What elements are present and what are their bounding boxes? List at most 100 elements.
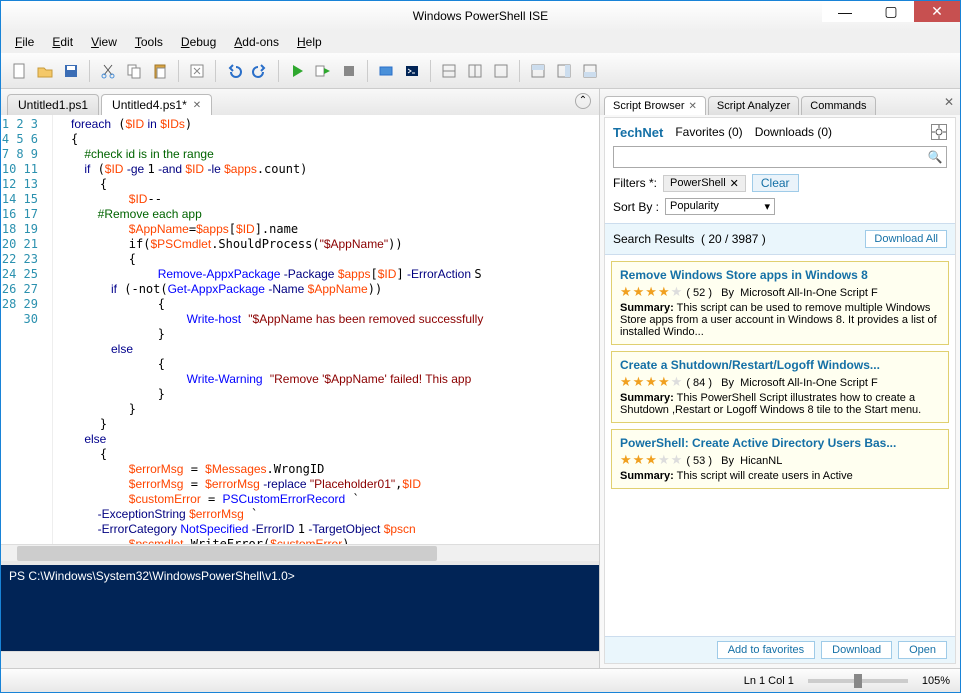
result-title: PowerShell: Create Active Directory User… [620, 436, 940, 450]
maximize-button[interactable]: ▢ [868, 1, 914, 22]
tab-label: Untitled1.ps1 [18, 98, 88, 112]
editor-horizontal-scrollbar[interactable] [1, 544, 599, 561]
zoom-thumb[interactable] [854, 674, 862, 688]
result-summary: Summary: This script will create users i… [620, 470, 940, 482]
clear-output-icon[interactable] [185, 59, 209, 83]
save-icon[interactable] [59, 59, 83, 83]
menu-addons[interactable]: Add-ons [226, 33, 287, 51]
statusbar: Ln 1 Col 1 105% [1, 668, 960, 692]
layout-1-icon[interactable] [437, 59, 461, 83]
menu-tools[interactable]: Tools [127, 33, 171, 51]
addon-pane: Script Browser✕ Script Analyzer Commands… [600, 89, 960, 668]
result-meta: ★★★★★ ( 84 ) By Microsoft All-In-One Scr… [620, 374, 940, 390]
rating-stars-icon: ★★★★★ [620, 374, 683, 389]
undo-icon[interactable] [222, 59, 246, 83]
result-title: Create a Shutdown/Restart/Logoff Windows… [620, 358, 940, 372]
menu-file[interactable]: File [7, 33, 42, 51]
minimize-button[interactable]: — [822, 1, 868, 22]
window-controls: — ▢ ✕ [822, 1, 960, 22]
content-area: Untitled1.ps1 Untitled4.ps1* ✕ ⌃ 1 2 3 4 … [1, 89, 960, 668]
search-box: 🔍 [613, 146, 947, 168]
search-icon[interactable]: 🔍 [924, 150, 946, 164]
tab-script-analyzer[interactable]: Script Analyzer [708, 96, 799, 115]
result-actions: Add to favorites Download Open [605, 636, 955, 663]
technet-brand: TechNet [613, 125, 663, 140]
results-label: Search Results ( 20 / 3987 ) [613, 232, 766, 246]
copy-icon[interactable] [122, 59, 146, 83]
show-addon-icon[interactable] [578, 59, 602, 83]
chip-remove-icon[interactable]: ✕ [730, 177, 739, 190]
menu-help[interactable]: Help [289, 33, 330, 51]
menu-edit[interactable]: Edit [44, 33, 81, 51]
stop-icon[interactable] [337, 59, 361, 83]
menu-debug[interactable]: Debug [173, 33, 224, 51]
rating-stars-icon: ★★★★★ [620, 452, 683, 467]
open-button[interactable]: Open [898, 641, 947, 659]
new-remote-icon[interactable] [374, 59, 398, 83]
filters-label: Filters *: [613, 176, 657, 190]
result-summary: Summary: This PowerShell Script illustra… [620, 392, 940, 416]
addon-tabs: Script Browser✕ Script Analyzer Commands… [600, 89, 960, 115]
sort-label: Sort By : [613, 200, 659, 214]
console-prompt: PS C:\Windows\System32\WindowsPowerShell… [9, 569, 295, 583]
chevron-down-icon: ▾ [764, 200, 770, 213]
new-icon[interactable] [7, 59, 31, 83]
editor-tab-1[interactable]: Untitled1.ps1 [7, 94, 99, 115]
collapse-pane-icon[interactable]: ⌃ [575, 93, 591, 109]
settings-gear-icon[interactable] [931, 124, 947, 140]
result-meta: ★★★★★ ( 53 ) By HicanNL [620, 452, 940, 468]
search-input[interactable] [614, 150, 924, 164]
tab-script-browser[interactable]: Script Browser✕ [604, 96, 706, 115]
editor-tab-2[interactable]: Untitled4.ps1* ✕ [101, 94, 212, 115]
script-browser: TechNet Favorites (0) Downloads (0) 🔍 Fi… [604, 117, 956, 664]
search-result[interactable]: Create a Shutdown/Restart/Logoff Windows… [611, 351, 949, 423]
editor-pane: Untitled1.ps1 Untitled4.ps1* ✕ ⌃ 1 2 3 4 … [1, 89, 600, 668]
window-title: Windows PowerShell ISE [413, 9, 548, 23]
download-all-button[interactable]: Download All [865, 230, 947, 248]
code-content[interactable]: foreach ($ID in $IDs) { #check id is in … [53, 115, 599, 544]
results-list: Remove Windows Store apps in Windows 8 ★★… [605, 255, 955, 636]
layout-3-icon[interactable] [489, 59, 513, 83]
tab-close-icon[interactable]: ✕ [689, 101, 697, 112]
editor-tabs: Untitled1.ps1 Untitled4.ps1* ✕ ⌃ [1, 89, 599, 115]
zoom-slider[interactable] [808, 679, 908, 683]
result-meta: ★★★★★ ( 52 ) By Microsoft All-In-One Scr… [620, 284, 940, 300]
layout-2-icon[interactable] [463, 59, 487, 83]
code-editor[interactable]: 1 2 3 4 5 6 7 8 9 10 11 12 13 14 15 16 1… [1, 115, 599, 544]
redo-icon[interactable] [248, 59, 272, 83]
menubar: File Edit View Tools Debug Add-ons Help [1, 31, 960, 53]
sort-row: Sort By : Popularity▾ [605, 198, 955, 223]
powershell-icon[interactable] [400, 59, 424, 83]
download-button[interactable]: Download [821, 641, 892, 659]
result-title: Remove Windows Store apps in Windows 8 [620, 268, 940, 282]
paste-icon[interactable] [148, 59, 172, 83]
menu-view[interactable]: View [83, 33, 125, 51]
tab-close-icon[interactable]: ✕ [193, 100, 201, 111]
close-button[interactable]: ✕ [914, 1, 960, 22]
tab-commands[interactable]: Commands [801, 96, 875, 115]
console-horizontal-scrollbar[interactable] [1, 651, 599, 668]
sort-dropdown[interactable]: Popularity▾ [665, 198, 775, 215]
clear-filters-button[interactable]: Clear [752, 174, 799, 192]
run-icon[interactable] [285, 59, 309, 83]
toolbar [1, 53, 960, 89]
tab-label: Untitled4.ps1* [112, 98, 187, 112]
cut-icon[interactable] [96, 59, 120, 83]
search-result[interactable]: PowerShell: Create Active Directory User… [611, 429, 949, 489]
favorites-link[interactable]: Favorites (0) [675, 125, 742, 139]
filter-chip[interactable]: PowerShell✕ [663, 175, 746, 192]
console-pane[interactable]: PS C:\Windows\System32\WindowsPowerShell… [1, 561, 599, 651]
search-result[interactable]: Remove Windows Store apps in Windows 8 ★★… [611, 261, 949, 345]
show-script-icon[interactable] [526, 59, 550, 83]
show-command-icon[interactable] [552, 59, 576, 83]
downloads-link[interactable]: Downloads (0) [755, 125, 832, 139]
zoom-level: 105% [922, 675, 950, 687]
scrollbar-thumb[interactable] [17, 546, 437, 561]
result-summary: Summary: This script can be used to remo… [620, 302, 940, 338]
run-selection-icon[interactable] [311, 59, 335, 83]
add-favorites-button[interactable]: Add to favorites [717, 641, 815, 659]
filter-row: Filters *: PowerShell✕ Clear [605, 174, 955, 198]
close-pane-icon[interactable]: ✕ [944, 95, 954, 109]
titlebar: Windows PowerShell ISE — ▢ ✕ [1, 1, 960, 31]
open-icon[interactable] [33, 59, 57, 83]
